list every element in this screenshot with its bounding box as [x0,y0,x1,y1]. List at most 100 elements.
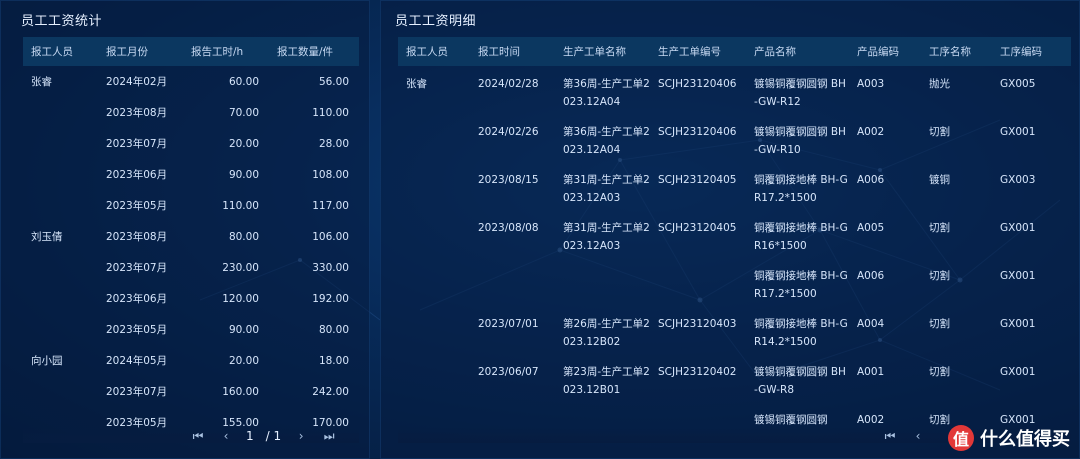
cell-process: 切割 [929,126,950,138]
table-row[interactable]: 2023/06/07 第23周-生产工单2023.12B01 SCJH23120… [398,354,1071,402]
header-order-no: 生产工单编号 [658,46,721,58]
header-process-code: 工序编码 [1000,46,1042,58]
watermark: 值 什么值得买 [948,425,1070,451]
cell-product: 铜覆钢接地棒 BH-GR17.2*1500 [754,270,848,300]
cell-process-code: GX001 [1000,318,1036,330]
cell-hours: 90.00 [228,168,259,181]
table-row[interactable]: 2023/08/08 第31周-生产工单2023.12A03 SCJH23120… [398,210,1071,258]
header-month: 报工月份 [106,46,148,58]
cell-qty: 192.00 [312,292,349,305]
table-row[interactable]: 2023年05月 90.00 80.00 [23,314,359,345]
cell-order-name: 第36周-生产工单2023.12A04 [563,78,650,108]
cell-product-code: A005 [857,222,885,234]
cell-qty: 80.00 [318,323,349,336]
cell-person: 张睿 [31,76,52,88]
last-page-button[interactable]: ⏭ [315,424,343,448]
pagination: ⏮ ‹ [876,424,932,448]
cell-qty: 242.00 [312,385,349,398]
cell-product: 铜覆钢接地棒 BH-GR16*1500 [754,222,848,252]
salary-summary-panel: 员工工资统计 报工人员 报工月份 报告工时/h 报工数量/件 张睿 2024年0… [0,0,370,459]
first-page-button[interactable]: ⏮ [184,424,212,448]
table-body[interactable]: 张睿 2024年02月 60.00 56.00 2023年08月 70.00 1… [23,66,359,443]
first-page-button[interactable]: ⏮ [876,424,904,448]
cell-order-no: SCJH23120402 [658,366,737,378]
cell-person: 张睿 [406,78,427,90]
cell-process-code: GX001 [1000,366,1036,378]
cell-hours: 80.00 [228,230,259,243]
cell-month: 2023年05月 [106,324,168,336]
cell-month: 2023年07月 [106,262,168,274]
table-row[interactable]: 刘玉倩 2023年08月 80.00 106.00 [23,221,359,252]
cell-product-code: A001 [857,366,885,378]
cell-date: 2023/08/15 [478,174,539,186]
cell-date: 2024/02/28 [478,78,539,90]
cell-process: 切割 [929,318,950,330]
cell-person: 刘玉倩 [31,231,63,243]
table-row[interactable]: 2024/02/26 第36周-生产工单2023.12A04 SCJH23120… [398,114,1071,162]
cell-process-code: GX001 [1000,270,1036,282]
cell-date: 2023/07/01 [478,318,539,330]
cell-process-code: GX005 [1000,78,1036,90]
prev-page-button[interactable]: ‹ [212,424,240,448]
total-pages: / 1 [265,429,282,443]
header-product: 产品名称 [754,46,796,58]
table-row[interactable]: 2023年06月 120.00 192.00 [23,283,359,314]
cell-order-name: 第36周-生产工单2023.12A04 [563,126,650,156]
cell-process: 抛光 [929,78,950,90]
table-row[interactable]: 2023年07月 20.00 28.00 [23,128,359,159]
table-row[interactable]: 2023年06月 90.00 108.00 [23,159,359,190]
table-row[interactable]: 2023年07月 160.00 242.00 [23,376,359,407]
cell-order-no: SCJH23120403 [658,318,737,330]
cell-date: 2023/06/07 [478,366,539,378]
cell-hours: 90.00 [228,323,259,336]
cell-hours: 70.00 [228,106,259,119]
header-person: 报工人员 [406,46,448,58]
table-header: 报工人员 报工时间 生产工单名称 生产工单编号 产品名称 产品编码 工序名称 工… [398,37,1071,66]
header-product-code: 产品编码 [857,46,899,58]
table-row[interactable]: 2023/07/01 第26周-生产工单2023.12B02 SCJH23120… [398,306,1071,354]
cell-month: 2024年05月 [106,355,168,367]
cell-hours: 20.00 [228,354,259,367]
table-body[interactable]: 张睿 2024/02/28 第36周-生产工单2023.12A04 SCJH23… [398,66,1071,443]
table-row[interactable]: 张睿 2024年02月 60.00 56.00 [23,66,359,97]
table-row[interactable]: 2023年08月 70.00 110.00 [23,97,359,128]
cell-product-code: A006 [857,270,885,282]
cell-hours: 60.00 [228,75,259,88]
cell-process: 镀铜 [929,174,950,186]
salary-detail-table: 报工人员 报工时间 生产工单名称 生产工单编号 产品名称 产品编码 工序名称 工… [398,37,1071,443]
header-order-name: 生产工单名称 [563,46,626,58]
table-row[interactable]: 2023/08/15 第31周-生产工单2023.12A03 SCJH23120… [398,162,1071,210]
cell-process-code: GX001 [1000,126,1036,138]
cell-qty: 110.00 [312,106,349,119]
table-row[interactable]: 2023年05月 110.00 117.00 [23,190,359,221]
next-page-button[interactable]: › [287,424,315,448]
cell-process-code: GX003 [1000,174,1036,186]
table-row[interactable]: 铜覆钢接地棒 BH-GR17.2*1500 A006 切割 GX001 [398,258,1071,306]
cell-qty: 330.00 [312,261,349,274]
cell-product: 铜覆钢接地棒 BH-GR17.2*1500 [754,174,848,204]
table-row[interactable]: 2023年07月 230.00 330.00 [23,252,359,283]
table-row[interactable]: 向小园 2024年05月 20.00 18.00 [23,345,359,376]
panel-title: 员工工资明细 [395,14,477,29]
cell-hours: 110.00 [222,199,259,212]
cell-month: 2023年07月 [106,386,168,398]
cell-month: 2024年02月 [106,76,168,88]
cell-order-name: 第26周-生产工单2023.12B02 [563,318,650,348]
cell-qty: 117.00 [312,199,349,212]
header-qty: 报工数量/件 [277,46,334,58]
cell-order-no: SCJH23120405 [658,174,737,186]
cell-hours: 160.00 [222,385,259,398]
cell-order-name: 第31周-生产工单2023.12A03 [563,222,650,252]
cell-month: 2023年08月 [106,231,168,243]
cell-hours: 230.00 [222,261,259,274]
cell-qty: 18.00 [318,354,349,367]
table-row[interactable]: 张睿 2024/02/28 第36周-生产工单2023.12A04 SCJH23… [398,66,1071,114]
cell-qty: 108.00 [312,168,349,181]
prev-page-button[interactable]: ‹ [904,424,932,448]
cell-order-no: SCJH23120405 [658,222,737,234]
cell-order-name: 第31周-生产工单2023.12A03 [563,174,650,204]
cell-qty: 28.00 [318,137,349,150]
salary-summary-table: 报工人员 报工月份 报告工时/h 报工数量/件 张睿 2024年02月 60.0… [23,37,359,443]
current-page[interactable]: 1 [240,429,260,443]
pagination: ⏮ ‹ 1 / 1 › ⏭ [184,424,343,448]
